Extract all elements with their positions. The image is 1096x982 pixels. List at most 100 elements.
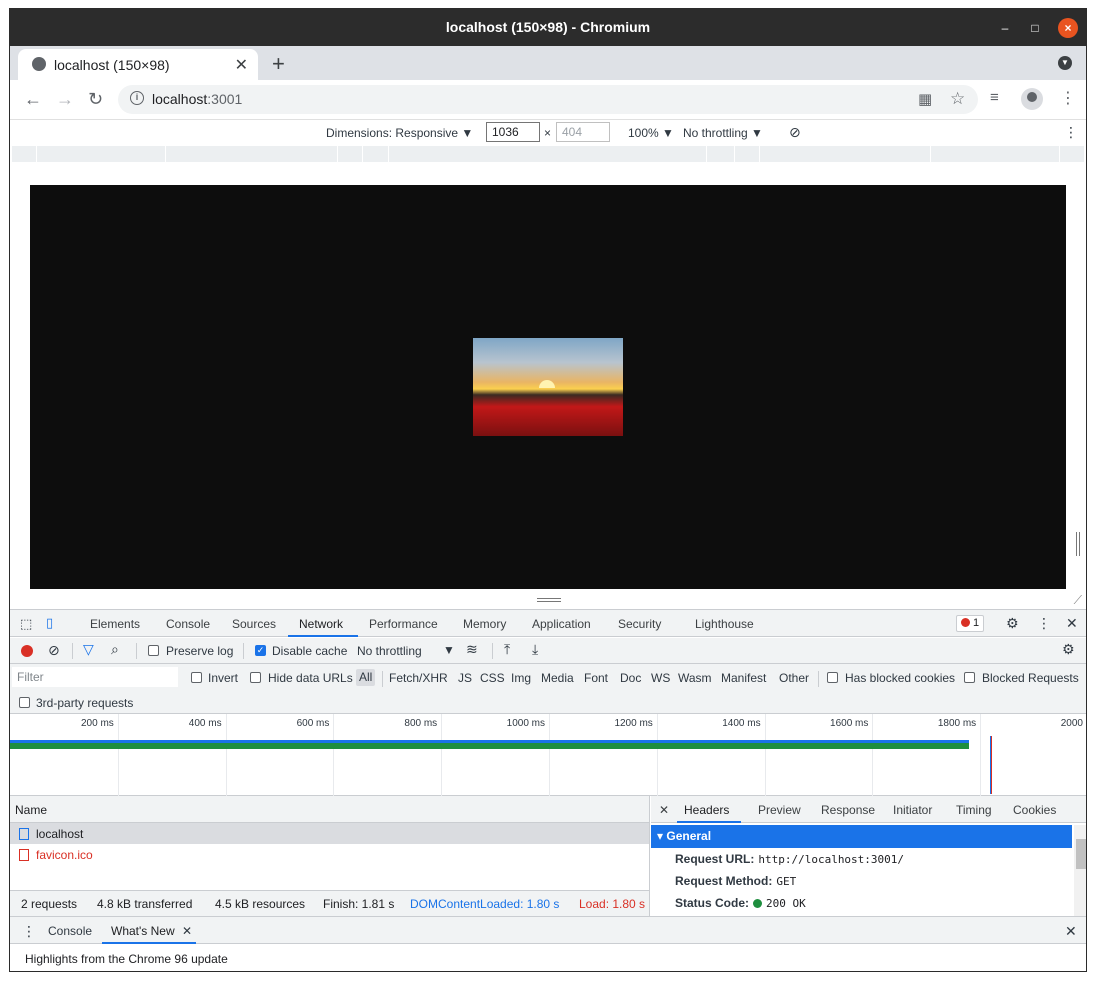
- type-filter-ws[interactable]: WS: [651, 671, 670, 685]
- summary-resources: 4.5 kB resources: [215, 897, 306, 911]
- type-filter-other[interactable]: Other: [779, 671, 809, 685]
- timeline-tick-label: 600 ms: [296, 718, 330, 729]
- preserve-log-checkbox[interactable]: [148, 645, 159, 656]
- tab-lighthouse[interactable]: Lighthouse: [695, 617, 754, 631]
- media-controls-icon[interactable]: ≡: [990, 89, 999, 106]
- export-har-icon[interactable]: ⤓: [532, 641, 538, 658]
- tab-console[interactable]: Console: [166, 617, 210, 631]
- type-filter-img[interactable]: Img: [511, 671, 531, 685]
- request-row[interactable]: localhost: [10, 823, 649, 844]
- rotate-icon[interactable]: ⊘: [789, 124, 801, 141]
- tab-elements[interactable]: Elements: [90, 617, 140, 631]
- tab-memory[interactable]: Memory: [463, 617, 506, 631]
- viewport-resize-corner-icon[interactable]: ⟋: [1074, 593, 1082, 608]
- drawer-tab-console[interactable]: Console: [48, 924, 92, 938]
- tab-timing[interactable]: Timing: [956, 803, 992, 817]
- tab-initiator[interactable]: Initiator: [893, 803, 932, 817]
- hide-data-urls-label: Hide data URLs: [268, 671, 353, 685]
- maximize-button[interactable]: □: [1025, 18, 1045, 38]
- dimensions-dropdown[interactable]: Dimensions: Responsive ▼: [326, 126, 473, 140]
- settings-gear-icon[interactable]: ⚙: [1006, 615, 1019, 632]
- type-filter-font[interactable]: Font: [584, 671, 608, 685]
- type-filter-manifest[interactable]: Manifest: [721, 671, 766, 685]
- device-throttling-dropdown[interactable]: No throttling ▼: [683, 126, 763, 140]
- reload-button[interactable]: ↻: [88, 89, 103, 110]
- blocked-requests-checkbox[interactable]: [964, 672, 975, 683]
- disable-cache-checkbox[interactable]: ✓: [255, 645, 266, 656]
- search-icon[interactable]: ⌕: [111, 641, 119, 658]
- tab-preview[interactable]: Preview: [758, 803, 801, 817]
- qr-code-icon[interactable]: ▦: [918, 90, 932, 108]
- tab-cookies[interactable]: Cookies: [1013, 803, 1056, 817]
- address-bar[interactable]: i localhost:3001 ▦ ☆: [118, 85, 978, 114]
- tab-headers[interactable]: Headers: [684, 803, 729, 817]
- site-info-icon[interactable]: i: [130, 91, 144, 105]
- network-throttling-dropdown[interactable]: No throttling: [357, 644, 422, 658]
- more-menu-icon[interactable]: ⋮: [1060, 88, 1076, 108]
- device-toggle-icon[interactable]: ▯: [46, 615, 53, 631]
- type-filter-fetch-xhr[interactable]: Fetch/XHR: [389, 671, 448, 685]
- has-blocked-cookies-checkbox[interactable]: [827, 672, 838, 683]
- dropdown-arrow-icon[interactable]: ▼: [443, 643, 455, 657]
- type-filter-media[interactable]: Media: [541, 671, 574, 685]
- drawer-menu-icon[interactable]: ⋮: [22, 923, 36, 940]
- timeline-tick-label: 1000 ms: [506, 718, 545, 729]
- back-button[interactable]: ←: [24, 89, 42, 110]
- new-tab-button[interactable]: +: [272, 51, 285, 77]
- load-marker: [990, 736, 992, 794]
- tab-application[interactable]: Application: [532, 617, 591, 631]
- tab-response[interactable]: Response: [821, 803, 875, 817]
- devtools-menu-icon[interactable]: ⋮: [1037, 615, 1051, 632]
- close-tab-icon[interactable]: ✕: [235, 55, 248, 75]
- inspect-element-icon[interactable]: ⬚: [20, 616, 32, 632]
- active-tab-indicator: [288, 635, 358, 637]
- tab-sources[interactable]: Sources: [232, 617, 276, 631]
- media-query-bar[interactable]: [12, 146, 1084, 162]
- hide-data-urls-checkbox[interactable]: [250, 672, 261, 683]
- name-column-header[interactable]: Name: [10, 796, 649, 823]
- height-input[interactable]: 404: [556, 122, 610, 142]
- tab-network[interactable]: Network: [299, 617, 343, 631]
- browser-tab[interactable]: localhost (150×98) ✕: [18, 49, 258, 80]
- viewport-height-handle[interactable]: [537, 598, 561, 602]
- zoom-dropdown[interactable]: 100% ▼: [628, 126, 674, 140]
- general-section-header[interactable]: ▾ General: [651, 825, 1072, 848]
- network-timeline-overview[interactable]: 200 ms 400 ms 600 ms 800 ms 1000 ms 1200 ms 14…: [10, 714, 1086, 796]
- filter-funnel-icon[interactable]: ▽: [83, 641, 94, 658]
- invert-checkbox[interactable]: [191, 672, 202, 683]
- network-settings-gear-icon[interactable]: ⚙: [1062, 641, 1075, 658]
- bookmark-star-icon[interactable]: ☆: [950, 89, 965, 109]
- import-har-icon[interactable]: ⤒: [504, 641, 510, 658]
- close-window-button[interactable]: ×: [1058, 18, 1078, 38]
- status-code-field: Status Code: 200 OK: [675, 896, 806, 910]
- device-toolbar-menu-icon[interactable]: ⋮: [1064, 124, 1078, 141]
- close-whats-new-icon[interactable]: ✕: [182, 924, 192, 938]
- timeline-gridline: [333, 714, 335, 796]
- type-filter-doc[interactable]: Doc: [620, 671, 641, 685]
- drawer-tab-whats-new[interactable]: What's New: [111, 924, 175, 938]
- profile-avatar[interactable]: [1021, 88, 1043, 110]
- details-scrollbar[interactable]: [1074, 825, 1086, 916]
- tab-security[interactable]: Security: [618, 617, 661, 631]
- type-filter-css[interactable]: CSS: [480, 671, 505, 685]
- filter-input[interactable]: Filter: [12, 667, 178, 687]
- type-filter-js[interactable]: JS: [458, 671, 472, 685]
- close-drawer-icon[interactable]: ✕: [1065, 923, 1077, 940]
- close-details-icon[interactable]: ✕: [659, 803, 669, 817]
- close-devtools-icon[interactable]: ✕: [1066, 615, 1078, 632]
- width-input[interactable]: 1036: [486, 122, 540, 142]
- clear-icon[interactable]: ⊘: [48, 642, 60, 659]
- network-conditions-icon[interactable]: ≋: [466, 641, 478, 658]
- forward-button[interactable]: →: [56, 89, 74, 110]
- record-button[interactable]: [21, 645, 33, 657]
- type-filter-all[interactable]: All: [356, 669, 376, 686]
- third-party-checkbox[interactable]: [19, 697, 30, 708]
- viewport-width-handle[interactable]: [1076, 532, 1080, 556]
- minimize-button[interactable]: –: [995, 18, 1015, 38]
- request-row[interactable]: favicon.ico: [10, 844, 649, 865]
- type-filter-wasm[interactable]: Wasm: [678, 671, 712, 685]
- error-count-badge[interactable]: 1: [956, 615, 985, 632]
- tab-search-icon[interactable]: ▼: [1058, 56, 1072, 70]
- blocked-requests-label: Blocked Requests: [982, 671, 1079, 685]
- tab-performance[interactable]: Performance: [369, 617, 438, 631]
